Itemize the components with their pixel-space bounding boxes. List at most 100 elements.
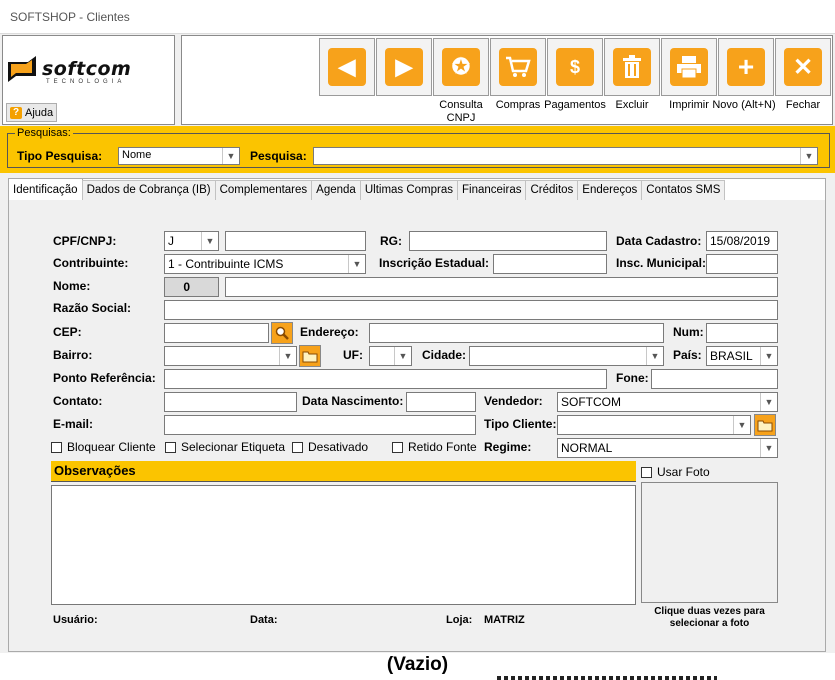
next-record-button[interactable]: ▶ bbox=[376, 38, 432, 96]
nome-code: 0 bbox=[164, 277, 219, 297]
nome-label: Nome: bbox=[53, 279, 91, 293]
contribuinte-select[interactable]: 1 - Contribuinte ICMS ▼ bbox=[164, 254, 366, 274]
razao-label: Razão Social: bbox=[53, 301, 132, 315]
desativado-label: Desativado bbox=[308, 440, 369, 454]
cidade-label: Cidade: bbox=[422, 348, 467, 362]
email-input[interactable] bbox=[164, 415, 476, 435]
chevron-down-icon: ▼ bbox=[222, 148, 239, 164]
cep-input[interactable] bbox=[164, 323, 269, 343]
contato-label: Contato: bbox=[53, 394, 103, 408]
search-query-label: Pesquisa: bbox=[250, 149, 307, 163]
chevron-down-icon: ▼ bbox=[279, 347, 296, 365]
nome-input[interactable] bbox=[225, 277, 778, 297]
cpf-input[interactable] bbox=[225, 231, 366, 251]
ponto-label: Ponto Referência: bbox=[53, 371, 156, 385]
tab-strip: Identificação Dados de Cobrança (IB) Com… bbox=[8, 178, 726, 200]
imprimir-button[interactable] bbox=[661, 38, 717, 96]
tab-enderecos[interactable]: Endereços bbox=[577, 180, 643, 200]
tab-creditos[interactable]: Créditos bbox=[525, 180, 579, 200]
pagamentos-button[interactable]: $ bbox=[547, 38, 603, 96]
printer-icon bbox=[670, 48, 708, 86]
tipo-cliente-select[interactable]: ▼ bbox=[557, 415, 751, 435]
close-icon: ✕ bbox=[784, 48, 822, 86]
help-button[interactable]: ? Ajuda bbox=[6, 103, 57, 122]
tab-contatos-sms[interactable]: Contatos SMS bbox=[641, 180, 726, 200]
bloquear-cliente-label: Bloquear Cliente bbox=[67, 440, 156, 454]
ponto-input[interactable] bbox=[164, 369, 607, 389]
data-label: Data: bbox=[250, 614, 278, 626]
search-type-label: Tipo Pesquisa: bbox=[17, 149, 103, 163]
contribuinte-value: 1 - Contribuinte ICMS bbox=[168, 257, 284, 271]
razao-input[interactable] bbox=[164, 300, 778, 320]
pais-select[interactable]: BRASIL ▼ bbox=[706, 346, 778, 366]
pais-label: País: bbox=[673, 348, 702, 362]
tab-complementares[interactable]: Complementares bbox=[214, 180, 313, 200]
vendedor-select[interactable]: SOFTCOM ▼ bbox=[557, 392, 778, 412]
cpf-type-select[interactable]: J ▼ bbox=[164, 231, 219, 251]
rg-input[interactable] bbox=[409, 231, 607, 251]
folder-icon bbox=[757, 420, 773, 431]
uf-select[interactable]: ▼ bbox=[369, 346, 412, 366]
bairro-folder-button[interactable] bbox=[299, 345, 321, 367]
window-titlebar: SOFTSHOP - Clientes bbox=[0, 0, 835, 34]
prev-record-button[interactable]: ◀ bbox=[319, 38, 375, 96]
observacoes-textarea[interactable] bbox=[51, 485, 636, 605]
barcode-strip bbox=[497, 676, 717, 680]
chevron-down-icon: ▼ bbox=[760, 347, 777, 365]
checkbox-box bbox=[165, 441, 176, 453]
bairro-label: Bairro: bbox=[53, 348, 93, 362]
data-cadastro-input[interactable]: 15/08/2019 bbox=[706, 231, 778, 251]
chevron-down-icon: ▼ bbox=[201, 232, 218, 250]
chevron-down-icon: ▼ bbox=[760, 439, 777, 457]
search-legend: Pesquisas: bbox=[15, 127, 73, 139]
regime-select[interactable]: NORMAL ▼ bbox=[557, 438, 778, 458]
im-input[interactable] bbox=[706, 254, 778, 274]
nasc-label: Data Nascimento: bbox=[302, 394, 404, 408]
tab-identificacao[interactable]: Identificação bbox=[8, 178, 83, 200]
vendedor-label: Vendedor: bbox=[484, 394, 543, 408]
photo-box[interactable] bbox=[641, 482, 778, 603]
chevron-down-icon: ▼ bbox=[348, 255, 365, 273]
plus-icon: + bbox=[727, 48, 765, 86]
cep-search-button[interactable] bbox=[271, 322, 293, 344]
excluir-button[interactable] bbox=[604, 38, 660, 96]
search-query-input[interactable]: ▼ bbox=[313, 147, 818, 165]
status-text: (Vazio) bbox=[386, 654, 449, 675]
fechar-button[interactable]: ✕ bbox=[775, 38, 831, 96]
nasc-input[interactable] bbox=[406, 392, 476, 412]
num-input[interactable] bbox=[706, 323, 778, 343]
tab-financeiras[interactable]: Financeiras bbox=[457, 180, 527, 200]
im-label: Insc. Municipal: bbox=[616, 256, 707, 270]
desativado-checkbox[interactable]: Desativado bbox=[292, 440, 368, 454]
retido-fonte-checkbox[interactable]: Retido Fonte bbox=[392, 440, 477, 454]
tipo-cliente-folder-button[interactable] bbox=[754, 414, 776, 436]
cart-icon bbox=[499, 48, 537, 86]
search-type-value: Nome bbox=[122, 149, 152, 161]
fone-input[interactable] bbox=[651, 369, 778, 389]
chevron-down-icon: ▼ bbox=[760, 393, 777, 411]
selecionar-etiqueta-label: Selecionar Etiqueta bbox=[181, 440, 286, 454]
softcom-logo-icon bbox=[8, 56, 36, 82]
compras-button[interactable] bbox=[490, 38, 546, 96]
bairro-select[interactable]: ▼ bbox=[164, 346, 297, 366]
tab-ultimas-compras[interactable]: Ultimas Compras bbox=[359, 180, 459, 200]
data-cadastro-label: Data Cadastro: bbox=[616, 234, 702, 248]
tab-agenda[interactable]: Agenda bbox=[311, 180, 361, 200]
usar-foto-checkbox[interactable]: Usar Foto bbox=[641, 465, 710, 479]
endereco-label: Endereço: bbox=[300, 325, 359, 339]
window-title: SOFTSHOP - Clientes bbox=[10, 10, 130, 24]
tab-dados-cobranca[interactable]: Dados de Cobrança (IB) bbox=[81, 180, 216, 200]
cidade-select[interactable]: ▼ bbox=[469, 346, 664, 366]
endereco-input[interactable] bbox=[369, 323, 664, 343]
novo-button[interactable]: + bbox=[718, 38, 774, 96]
ie-input[interactable] bbox=[493, 254, 607, 274]
consulta-cnpj-button[interactable]: ✪ bbox=[433, 38, 489, 96]
logo-tagline: TECNOLOGIA bbox=[46, 79, 126, 85]
contato-input[interactable] bbox=[164, 392, 297, 412]
selecionar-etiqueta-checkbox[interactable]: Selecionar Etiqueta bbox=[165, 440, 285, 454]
bloquear-cliente-checkbox[interactable]: Bloquear Cliente bbox=[51, 440, 156, 454]
search-type-select[interactable]: Nome ▼ bbox=[118, 147, 240, 165]
num-label: Num: bbox=[673, 325, 704, 339]
chevron-down-icon: ▼ bbox=[800, 148, 817, 164]
ie-label: Inscrição Estadual: bbox=[379, 256, 490, 270]
